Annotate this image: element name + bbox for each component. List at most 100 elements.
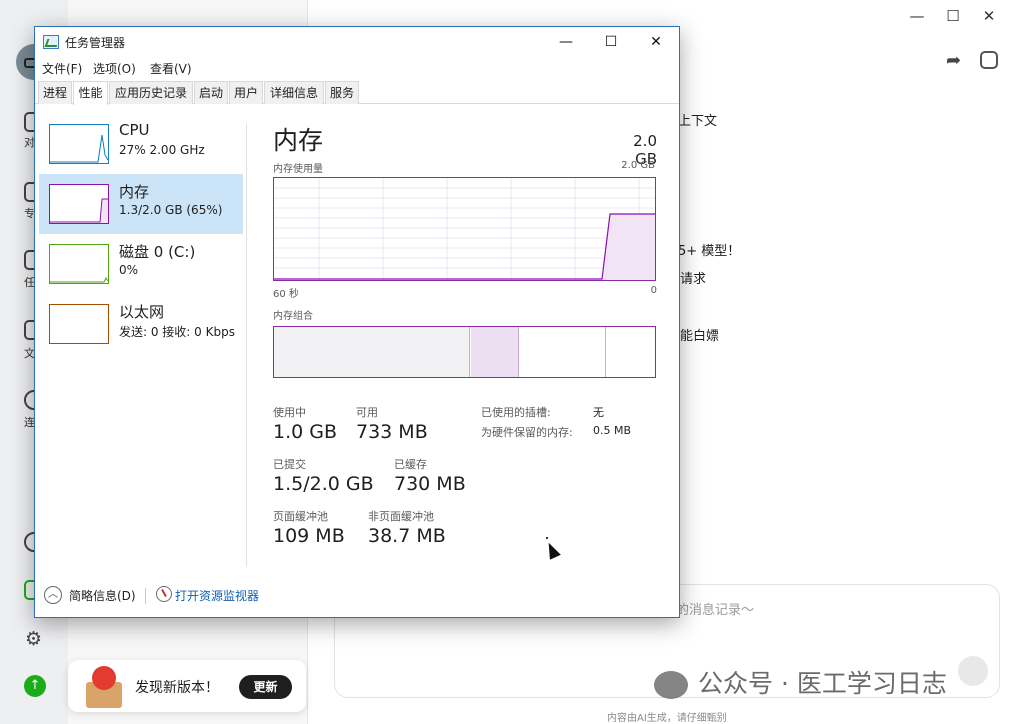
menu-file[interactable]: 文件(F) (42, 60, 82, 77)
committed-label: 已提交 (273, 458, 306, 471)
tm-minimize-icon[interactable]: — (543, 27, 589, 57)
settings-gear-icon[interactable]: ⚙ (25, 628, 42, 650)
nonpaged-pool-label: 非页面缓冲池 (368, 510, 434, 523)
resource-memory-detail: 1.3/2.0 GB (65%) (119, 203, 223, 217)
memory-thumbnail-graph (49, 184, 109, 224)
bg-send-button[interactable] (958, 656, 988, 686)
tm-title: 任务管理器 (65, 36, 126, 50)
tab-details[interactable]: 详细信息 (264, 81, 324, 104)
resource-disk-name: 磁盘 0 (C:) (119, 243, 196, 261)
task-manager-app-icon (43, 35, 59, 49)
tab-performance[interactable]: 性能 (73, 81, 108, 105)
tm-tabs: 进程 性能 应用历史记录 启动 用户 详细信息 服务 (35, 81, 679, 105)
axis-right-label: 0 (650, 285, 657, 296)
ethernet-thumbnail-graph (49, 304, 109, 344)
cpu-thumbnail-graph (49, 124, 109, 164)
gift-box-icon (82, 664, 126, 708)
side-panel-icon[interactable] (980, 51, 998, 69)
tm-menubar: 文件(F) 选项(O) 查看(V) (35, 57, 679, 79)
resource-disk[interactable]: 磁盘 0 (C:) 0% (39, 234, 243, 294)
menu-options[interactable]: 选项(O) (93, 60, 136, 77)
resource-ethernet[interactable]: 以太网 发送: 0 接收: 0 Kbps (39, 294, 243, 354)
menu-view[interactable]: 查看(V) (150, 60, 192, 77)
tab-users[interactable]: 用户 (229, 81, 263, 104)
bg-maximize-icon[interactable]: ☐ (938, 4, 968, 28)
disk-thumbnail-graph (49, 244, 109, 284)
task-manager-window: 任务管理器 — ☐ ✕ 文件(F) 选项(O) 查看(V) 进程 性能 应用历史… (34, 26, 680, 618)
paged-pool-label: 页面缓冲池 (273, 510, 328, 523)
resource-list: CPU 27% 2.00 GHz 内存 1.3/2.0 GB (65%) 磁盘 … (35, 114, 247, 564)
resource-ethernet-name: 以太网 (119, 303, 165, 321)
tm-footer: ︿ 简略信息(D) 打开资源监视器 (35, 579, 679, 617)
hardware-reserved-value: 0.5 MB (593, 424, 632, 437)
memory-composition-bar (273, 326, 656, 378)
resource-monitor-icon[interactable] (156, 586, 172, 602)
resource-memory-name: 内存 (119, 183, 150, 201)
cached-label: 已缓存 (394, 458, 427, 471)
disk-thumb-svg (50, 277, 108, 283)
slots-used-value: 无 (593, 406, 604, 419)
cached-value: 730 MB (394, 473, 466, 495)
tab-services[interactable]: 服务 (325, 81, 359, 104)
composition-standby (520, 327, 606, 377)
update-toast: 发现新版本！ 更新 (68, 660, 306, 712)
footer-separator (145, 588, 146, 604)
memory-title: 内存 (273, 126, 324, 155)
hardware-reserved-label: 为硬件保留的内存: (481, 426, 573, 439)
tm-titlebar[interactable]: 任务管理器 — ☐ ✕ (35, 27, 679, 57)
ai-disclaimer: 内容由AI生成，请仔细甄别 (607, 713, 727, 724)
memory-composition-label: 内存组合 (273, 311, 313, 322)
open-resource-monitor-link[interactable]: 打开资源监视器 (175, 587, 259, 604)
resource-cpu[interactable]: CPU 27% 2.00 GHz (39, 114, 243, 174)
bg-chat-line-3: 能白嫖 (680, 329, 720, 344)
resource-disk-detail: 0% (119, 263, 139, 277)
available-label: 可用 (356, 406, 378, 419)
slots-used-label: 已使用的插槽: (481, 406, 551, 419)
fewer-details-button[interactable]: 简略信息(D) (69, 587, 136, 604)
cpu-thumb-svg (50, 134, 108, 163)
watermark-text: 公众号 · 医工学习日志 (698, 669, 947, 698)
memory-usage-graph (273, 177, 656, 281)
bg-close-icon[interactable]: ✕ (974, 4, 1004, 28)
tab-app-history[interactable]: 应用历史记录 (109, 81, 193, 104)
memory-usage-max: 2.0 GB (621, 160, 655, 171)
available-value: 733 MB (356, 421, 428, 443)
tm-close-icon[interactable]: ✕ (633, 27, 679, 57)
committed-value: 1.5/2.0 GB (273, 473, 374, 495)
memory-usage-svg (274, 178, 655, 280)
update-button[interactable]: 更新 (239, 675, 292, 699)
usage-area (602, 214, 655, 280)
share-icon[interactable]: ➦ (946, 50, 961, 71)
bg-chat-line-1: 5+ 模型！ (678, 244, 741, 259)
resource-cpu-name: CPU (119, 121, 150, 139)
cursor-dot (546, 537, 548, 539)
paged-pool-value: 109 MB (273, 525, 345, 547)
memory-thumb-svg (50, 198, 108, 223)
composition-modified (471, 327, 519, 377)
tab-startup[interactable]: 启动 (194, 81, 228, 104)
watermark: 公众号 · 医工学习日志 (654, 664, 947, 700)
resource-memory[interactable]: 内存 1.3/2.0 GB (65%) (39, 174, 243, 234)
in-use-label: 使用中 (273, 406, 306, 419)
bg-chat-line-0: 上下文 (678, 114, 718, 129)
resource-cpu-detail: 27% 2.00 GHz (119, 143, 205, 157)
bg-minimize-icon[interactable]: — (902, 4, 932, 28)
sidebar-divider[interactable] (246, 124, 247, 567)
axis-left-label: 60 秒 (273, 289, 299, 300)
bg-input-placeholder: 的消息记录～ (676, 603, 755, 618)
composition-in-use (274, 327, 470, 377)
resource-ethernet-detail: 发送: 0 接收: 0 Kbps (119, 325, 235, 339)
bg-chat-line-2: 请求 (680, 272, 707, 287)
memory-usage-label: 内存使用量 (273, 164, 323, 175)
usage-grid (274, 178, 655, 280)
composition-free (607, 327, 655, 377)
tab-processes[interactable]: 进程 (38, 81, 72, 104)
chevron-up-icon[interactable]: ︿ (44, 586, 62, 604)
wechat-logo-icon (654, 671, 688, 699)
nonpaged-pool-value: 38.7 MB (368, 525, 446, 547)
usage-line (274, 213, 655, 280)
in-use-value: 1.0 GB (273, 421, 338, 443)
update-arrow-icon[interactable]: ↑ (24, 675, 46, 697)
tm-maximize-icon[interactable]: ☐ (588, 27, 634, 57)
update-toast-text: 发现新版本！ (135, 680, 219, 696)
